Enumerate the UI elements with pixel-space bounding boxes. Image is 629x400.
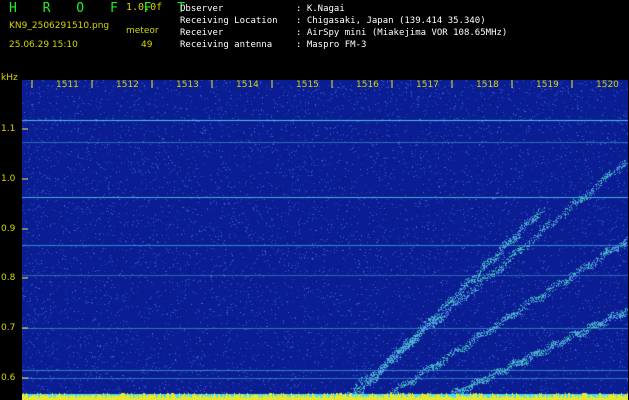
y-tick-label: 0.9 bbox=[1, 224, 16, 234]
filename-label: KN9_2506291510.png bbox=[9, 21, 110, 31]
y-tick-label: 0.6 bbox=[1, 373, 16, 383]
x-tick-label: 1511 bbox=[56, 80, 79, 90]
x-tick-label: 1520 bbox=[596, 80, 619, 90]
location-label: Receiving Location bbox=[180, 16, 278, 26]
x-tick-label: 1517 bbox=[416, 80, 439, 90]
y-ticks bbox=[22, 128, 28, 379]
x-tick-label: 1519 bbox=[536, 80, 559, 90]
y-tick-label: 1.0 bbox=[1, 174, 16, 184]
spectrogram-overlay bbox=[22, 80, 573, 379]
timestamp-label: 25.06.29 15:10 bbox=[9, 40, 78, 50]
x-tick-label: 1515 bbox=[296, 80, 319, 90]
y-axis-unit: kHz bbox=[1, 73, 18, 83]
count-label: 49 bbox=[141, 40, 153, 50]
version-label: 1.0.0f bbox=[126, 2, 163, 13]
x-tick-label: 1512 bbox=[116, 80, 139, 90]
mode-label: meteor bbox=[126, 26, 159, 36]
antenna-label: Receiving antenna bbox=[180, 40, 273, 50]
observer-label: Observer bbox=[180, 4, 224, 14]
y-tick-label: 1.1 bbox=[1, 124, 16, 134]
x-tick-label: 1514 bbox=[236, 80, 259, 90]
receiver-value: : AirSpy mini (Miakejima VOR 108.65MHz) bbox=[296, 28, 508, 38]
x-tick-label: 1518 bbox=[476, 80, 499, 90]
x-tick-label: 1516 bbox=[356, 80, 379, 90]
app-logo: H R O F F T bbox=[9, 1, 195, 16]
observer-value: : K.Nagai bbox=[296, 4, 345, 14]
header-panel: H R O F F T 1.0.0f KN9_2506291510.png me… bbox=[0, 0, 629, 72]
antenna-value: : Maspro FM-3 bbox=[296, 40, 367, 50]
y-tick-label: 0.8 bbox=[1, 273, 16, 283]
y-tick-label: 0.7 bbox=[1, 323, 16, 333]
location-value: : Chigasaki, Japan (139.414 35.340) bbox=[296, 16, 486, 26]
receiver-label: Receiver bbox=[180, 28, 224, 38]
x-tick-label: 1513 bbox=[176, 80, 199, 90]
spectrogram-plot bbox=[22, 80, 628, 400]
